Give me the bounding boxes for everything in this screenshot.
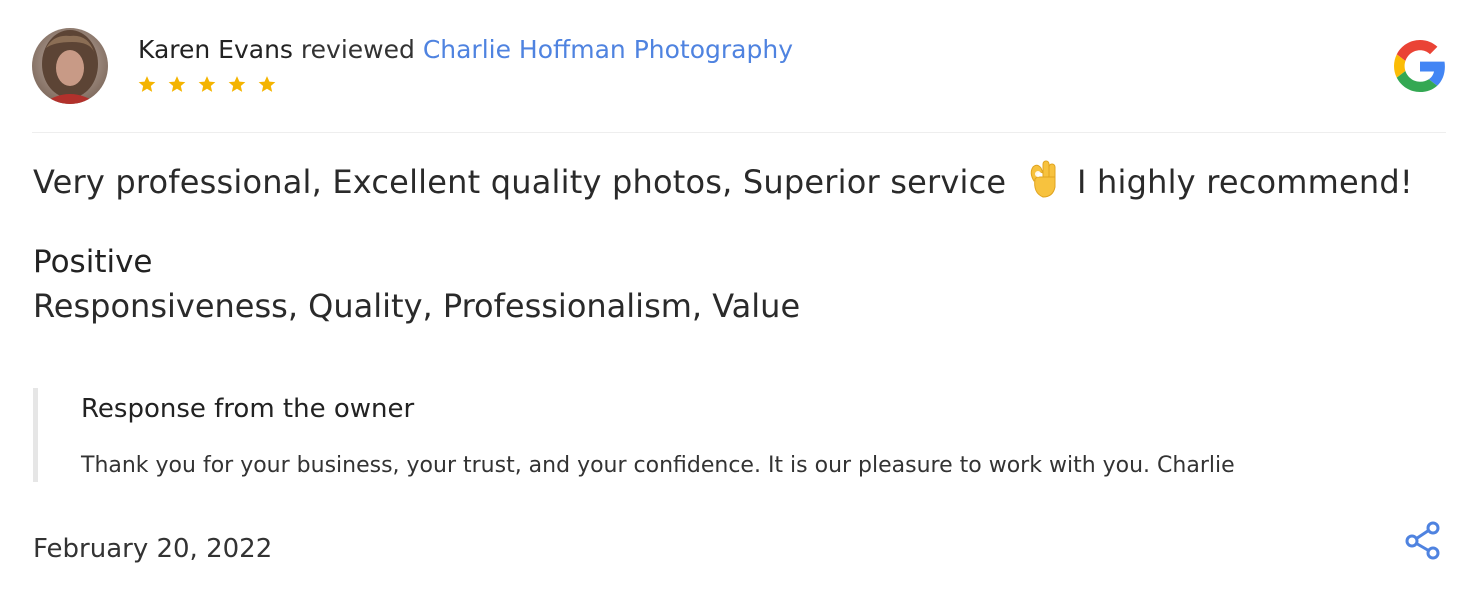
- star-icon: [198, 76, 216, 92]
- review-text-part-2: I highly recommend!: [1077, 163, 1413, 201]
- review-card: Karen Evans reviewed Charlie Hoffman Pho…: [0, 0, 1479, 597]
- star-rating: [137, 74, 277, 94]
- positive-heading: Positive: [33, 244, 153, 280]
- review-text: Very professional, Excellent quality pho…: [33, 158, 1413, 206]
- positive-attributes: Responsiveness, Quality, Professionalism…: [33, 287, 801, 325]
- owner-response-title: Response from the owner: [81, 394, 415, 424]
- business-link[interactable]: Charlie Hoffman Photography: [423, 35, 793, 64]
- review-text-part-1: Very professional, Excellent quality pho…: [33, 163, 1007, 201]
- header-divider: [32, 132, 1446, 133]
- owner-response: Response from the owner Thank you for yo…: [33, 388, 1418, 482]
- google-icon: [1394, 40, 1445, 92]
- star-icon: [138, 76, 156, 92]
- star-icon: [228, 76, 246, 92]
- owner-response-text: Thank you for your business, your trust,…: [81, 453, 1235, 478]
- star-icon: [168, 76, 186, 92]
- reviewer-name[interactable]: Karen Evans: [138, 35, 293, 64]
- avatar-image: [32, 28, 108, 104]
- star-icon: [258, 76, 276, 92]
- reviewed-label: reviewed: [300, 35, 415, 64]
- share-icon[interactable]: [1403, 520, 1443, 560]
- reviewer-avatar[interactable]: [32, 28, 108, 104]
- review-date: February 20, 2022: [33, 534, 273, 564]
- ok-hand-emoji-icon: [1030, 160, 1056, 198]
- review-header: Karen Evans reviewed Charlie Hoffman Pho…: [138, 34, 793, 66]
